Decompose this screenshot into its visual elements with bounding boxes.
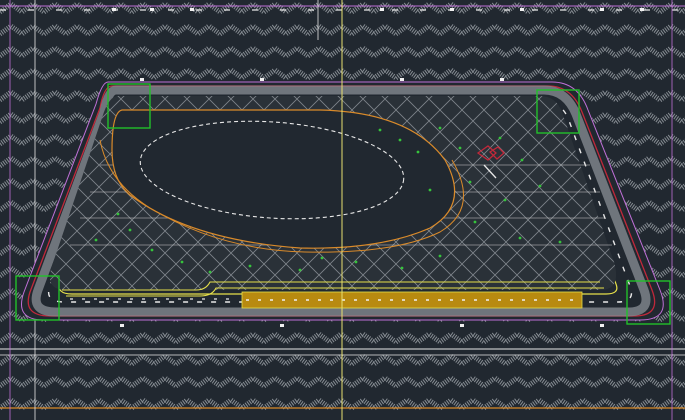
bench-strip <box>241 291 583 309</box>
cad-drawing-canvas[interactable] <box>0 0 685 420</box>
